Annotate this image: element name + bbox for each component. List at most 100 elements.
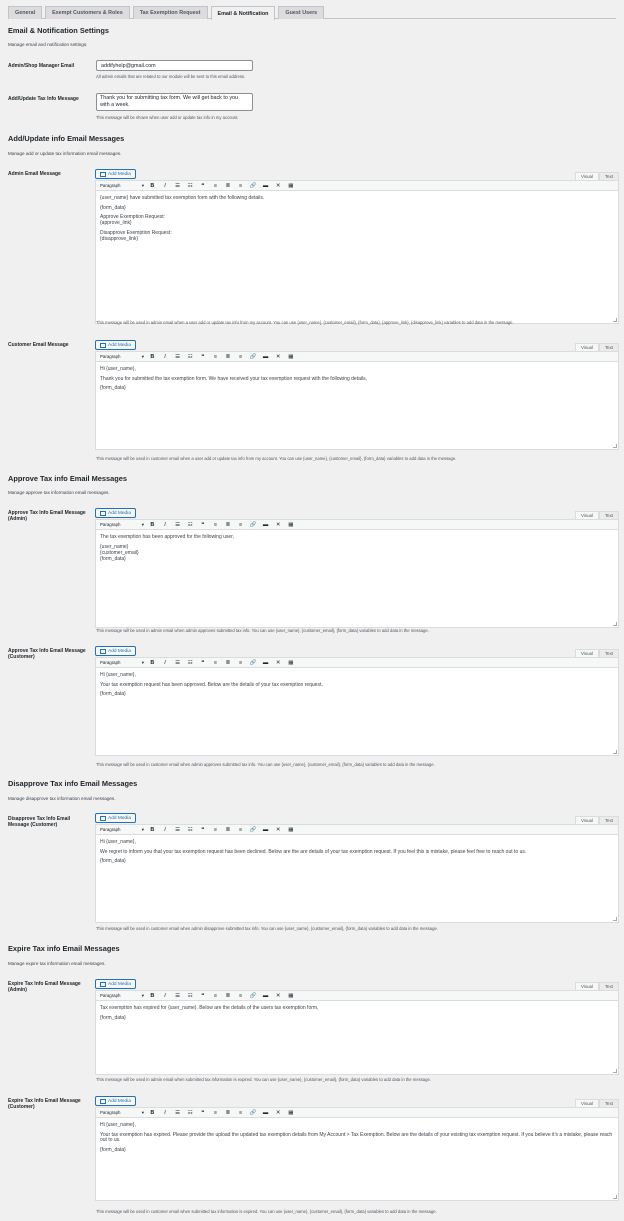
format-select[interactable]: Paragraph ▾ bbox=[100, 993, 144, 999]
resize-handle-icon[interactable] bbox=[613, 318, 617, 322]
editor-content[interactable]: The tax exemption has been approved for … bbox=[95, 530, 619, 628]
add-media-button[interactable]: Add Media bbox=[95, 646, 136, 656]
bold-icon[interactable]: B bbox=[148, 991, 156, 1001]
bold-icon[interactable]: B bbox=[148, 658, 156, 668]
visual-tab[interactable]: Visual bbox=[575, 816, 599, 824]
horizontal-line-icon[interactable]: ▬ bbox=[261, 658, 269, 668]
tab-general[interactable]: General bbox=[8, 6, 43, 19]
admin-email-input[interactable] bbox=[96, 60, 253, 71]
visual-tab[interactable]: Visual bbox=[575, 511, 599, 519]
italic-icon[interactable]: I bbox=[161, 520, 169, 530]
italic-icon[interactable]: I bbox=[161, 1108, 169, 1118]
bullet-list-icon[interactable]: ☰ bbox=[173, 181, 181, 191]
add-media-button[interactable]: Add Media bbox=[95, 340, 136, 350]
italic-icon[interactable]: I bbox=[161, 658, 169, 668]
blockquote-icon[interactable]: ❝ bbox=[199, 991, 207, 1001]
align-center-icon[interactable]: ≣ bbox=[224, 825, 232, 835]
toolbar-toggle-icon[interactable]: ▦ bbox=[287, 825, 295, 835]
resize-handle-icon[interactable] bbox=[613, 917, 617, 921]
add-media-button[interactable]: Add Media bbox=[95, 1096, 136, 1106]
align-left-icon[interactable]: ≡ bbox=[211, 825, 219, 835]
visual-tab[interactable]: Visual bbox=[575, 649, 599, 657]
bullet-list-icon[interactable]: ☰ bbox=[173, 352, 181, 362]
fullscreen-icon[interactable]: ✕ bbox=[274, 1108, 282, 1118]
blockquote-icon[interactable]: ❝ bbox=[199, 658, 207, 668]
format-select[interactable]: Paragraph ▾ bbox=[100, 183, 144, 189]
bullet-list-icon[interactable]: ☰ bbox=[173, 991, 181, 1001]
numbered-list-icon[interactable]: ☷ bbox=[186, 352, 194, 362]
visual-tab[interactable]: Visual bbox=[575, 172, 599, 180]
bullet-list-icon[interactable]: ☰ bbox=[173, 520, 181, 530]
add-media-button[interactable]: Add Media bbox=[95, 813, 136, 823]
resize-handle-icon[interactable] bbox=[613, 622, 617, 626]
bullet-list-icon[interactable]: ☰ bbox=[173, 658, 181, 668]
horizontal-line-icon[interactable]: ▬ bbox=[261, 352, 269, 362]
align-left-icon[interactable]: ≡ bbox=[211, 520, 219, 530]
bold-icon[interactable]: B bbox=[148, 181, 156, 191]
visual-tab[interactable]: Visual bbox=[575, 343, 599, 351]
editor-content[interactable]: {user_name} have submitted tax exemption… bbox=[95, 191, 619, 324]
editor-content[interactable]: Hi {user_name}, Thank you for submitted t… bbox=[95, 362, 619, 450]
align-right-icon[interactable]: ≡ bbox=[236, 825, 244, 835]
align-right-icon[interactable]: ≡ bbox=[236, 352, 244, 362]
editor-content[interactable]: Hi {user_name}, We regret to inform you t… bbox=[95, 835, 619, 923]
bold-icon[interactable]: B bbox=[148, 352, 156, 362]
italic-icon[interactable]: I bbox=[161, 181, 169, 191]
horizontal-line-icon[interactable]: ▬ bbox=[261, 825, 269, 835]
bold-icon[interactable]: B bbox=[148, 825, 156, 835]
resize-handle-icon[interactable] bbox=[613, 1195, 617, 1199]
add-media-button[interactable]: Add Media bbox=[95, 169, 136, 179]
bullet-list-icon[interactable]: ☰ bbox=[173, 1108, 181, 1118]
visual-tab[interactable]: Visual bbox=[575, 1099, 599, 1107]
blockquote-icon[interactable]: ❝ bbox=[199, 520, 207, 530]
toolbar-toggle-icon[interactable]: ▦ bbox=[287, 520, 295, 530]
numbered-list-icon[interactable]: ☷ bbox=[186, 825, 194, 835]
numbered-list-icon[interactable]: ☷ bbox=[186, 520, 194, 530]
horizontal-line-icon[interactable]: ▬ bbox=[261, 520, 269, 530]
link-icon[interactable]: 🔗 bbox=[249, 825, 257, 835]
horizontal-line-icon[interactable]: ▬ bbox=[261, 181, 269, 191]
resize-handle-icon[interactable] bbox=[613, 444, 617, 448]
text-tab[interactable]: Text bbox=[598, 511, 619, 519]
editor-content[interactable]: Tax exemption has expired for {user_name… bbox=[95, 1001, 619, 1075]
blockquote-icon[interactable]: ❝ bbox=[199, 825, 207, 835]
add-media-button[interactable]: Add Media bbox=[95, 979, 136, 989]
text-tab[interactable]: Text bbox=[598, 982, 619, 990]
link-icon[interactable]: 🔗 bbox=[249, 1108, 257, 1118]
update-message-textarea[interactable]: Thank you for submitting tax form. We wi… bbox=[96, 93, 253, 111]
toolbar-toggle-icon[interactable]: ▦ bbox=[287, 1108, 295, 1118]
visual-tab[interactable]: Visual bbox=[575, 982, 599, 990]
resize-handle-icon[interactable] bbox=[613, 1069, 617, 1073]
toolbar-toggle-icon[interactable]: ▦ bbox=[287, 658, 295, 668]
blockquote-icon[interactable]: ❝ bbox=[199, 1108, 207, 1118]
bold-icon[interactable]: B bbox=[148, 1108, 156, 1118]
align-left-icon[interactable]: ≡ bbox=[211, 352, 219, 362]
fullscreen-icon[interactable]: ✕ bbox=[274, 991, 282, 1001]
text-tab[interactable]: Text bbox=[598, 343, 619, 351]
tab-tax-exemption-request[interactable]: Tax Exemption Request bbox=[132, 6, 208, 19]
fullscreen-icon[interactable]: ✕ bbox=[274, 825, 282, 835]
format-select[interactable]: Paragraph ▾ bbox=[100, 522, 144, 528]
align-right-icon[interactable]: ≡ bbox=[236, 1108, 244, 1118]
align-left-icon[interactable]: ≡ bbox=[211, 1108, 219, 1118]
align-left-icon[interactable]: ≡ bbox=[211, 991, 219, 1001]
horizontal-line-icon[interactable]: ▬ bbox=[261, 1108, 269, 1118]
align-center-icon[interactable]: ≣ bbox=[224, 1108, 232, 1118]
format-select[interactable]: Paragraph ▾ bbox=[100, 1110, 144, 1116]
align-right-icon[interactable]: ≡ bbox=[236, 520, 244, 530]
align-right-icon[interactable]: ≡ bbox=[236, 658, 244, 668]
toolbar-toggle-icon[interactable]: ▦ bbox=[287, 991, 295, 1001]
align-right-icon[interactable]: ≡ bbox=[236, 991, 244, 1001]
align-right-icon[interactable]: ≡ bbox=[236, 181, 244, 191]
italic-icon[interactable]: I bbox=[161, 825, 169, 835]
tab-exempt-customers-roles[interactable]: Exempt Customers & Roles bbox=[45, 6, 130, 19]
link-icon[interactable]: 🔗 bbox=[249, 658, 257, 668]
numbered-list-icon[interactable]: ☷ bbox=[186, 181, 194, 191]
horizontal-line-icon[interactable]: ▬ bbox=[261, 991, 269, 1001]
align-center-icon[interactable]: ≣ bbox=[224, 352, 232, 362]
link-icon[interactable]: 🔗 bbox=[249, 520, 257, 530]
text-tab[interactable]: Text bbox=[598, 816, 619, 824]
bold-icon[interactable]: B bbox=[148, 520, 156, 530]
fullscreen-icon[interactable]: ✕ bbox=[274, 181, 282, 191]
fullscreen-icon[interactable]: ✕ bbox=[274, 658, 282, 668]
